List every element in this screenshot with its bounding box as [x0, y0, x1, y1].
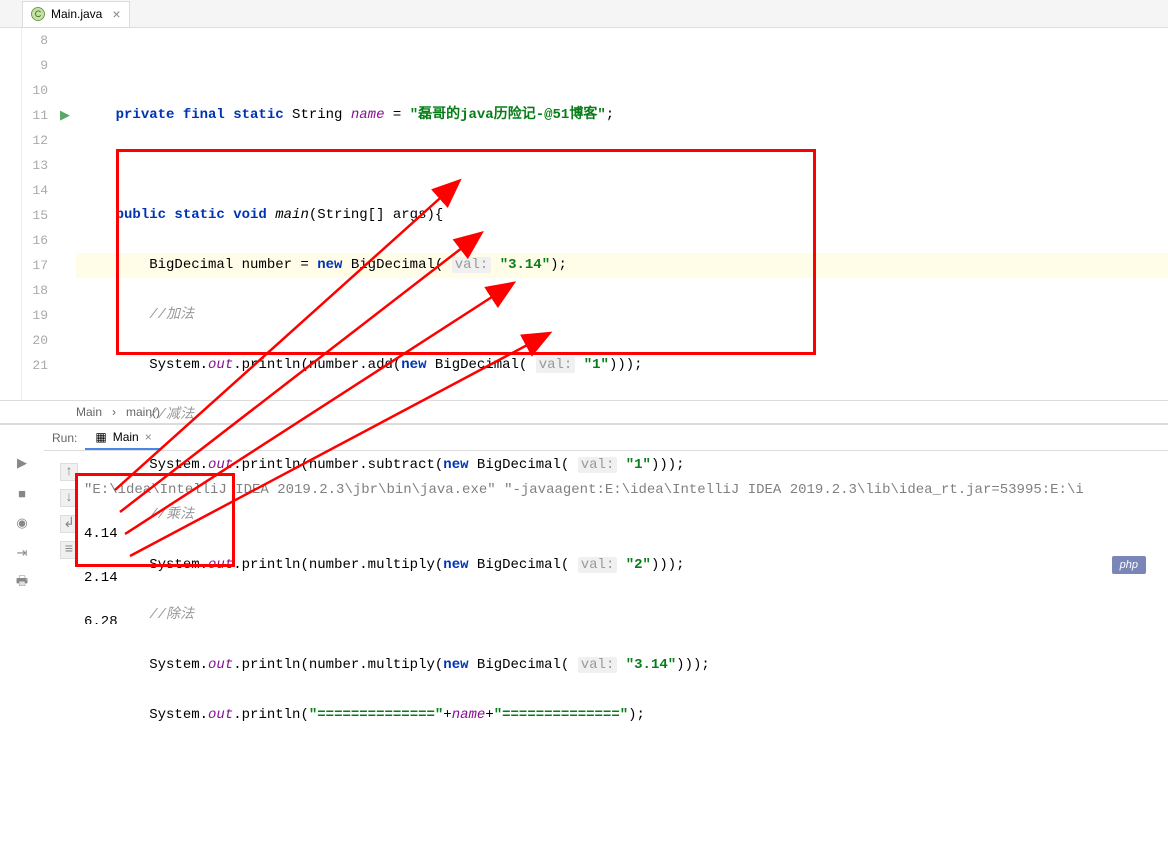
editor-tab-bar: C Main.java × [0, 0, 1168, 28]
gutter [0, 28, 22, 400]
svg-text:C: C [35, 9, 42, 19]
code-area[interactable]: private final static String name = "磊哥的j… [76, 28, 1168, 400]
php-badge: php [1112, 556, 1146, 574]
file-tab-label: Main.java [51, 7, 102, 21]
close-icon[interactable]: × [112, 6, 120, 22]
run-toolbar-left: ▶ ■ ◉ ⇥ 🖶 [0, 425, 44, 624]
line-numbers: 89101112131415161718192021 [22, 28, 54, 400]
java-class-icon: C [31, 7, 45, 21]
code-editor: 89101112131415161718192021 ▶ private fin… [0, 28, 1168, 400]
file-tab-main[interactable]: C Main.java × [22, 1, 130, 27]
camera-icon[interactable]: ◉ [12, 513, 32, 533]
exit-icon[interactable]: ⇥ [12, 543, 32, 563]
print-icon[interactable]: 🖶 [12, 573, 32, 593]
run-icon[interactable]: ▶ [12, 453, 32, 473]
run-gutter-icon[interactable]: ▶ [54, 103, 76, 128]
gutter-icons: ▶ [54, 28, 76, 400]
stop-icon[interactable]: ■ [12, 483, 32, 503]
